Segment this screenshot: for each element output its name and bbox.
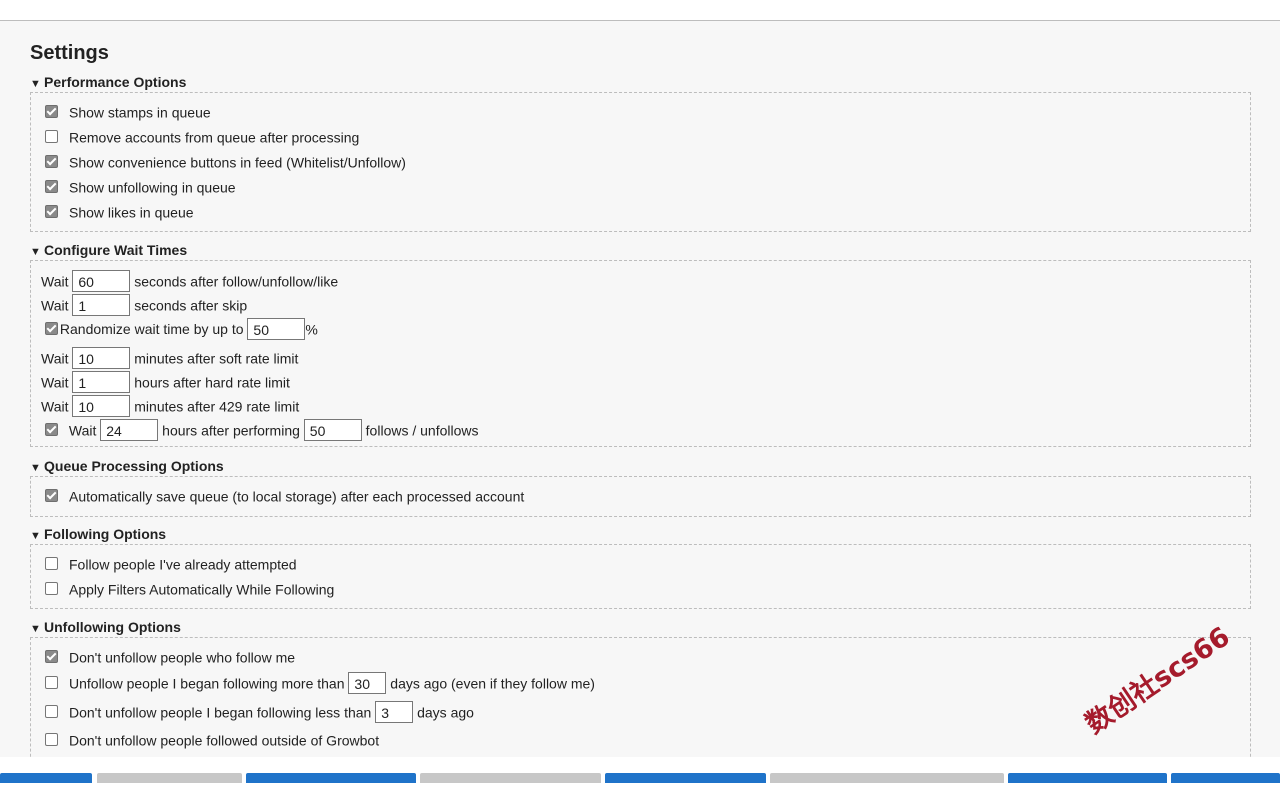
page-title: Settings: [30, 42, 109, 64]
apply-filters-option[interactable]: Apply Filters Automatically While Follow…: [45, 577, 334, 599]
skip-wait-row: Wait 1 seconds after skip: [41, 293, 247, 317]
unfollow-older-than-option: Unfollow people I began following more t…: [45, 671, 595, 695]
perform-count-input[interactable]: 50: [303, 419, 362, 442]
expanded-triangle-icon: ▼: [30, 246, 41, 258]
convenience-buttons-checkbox[interactable]: [45, 154, 58, 168]
expanded-triangle-icon: ▼: [30, 623, 41, 635]
wait-times-header[interactable]: ▼ Configure Wait Times: [30, 241, 187, 259]
randomize-percent-input[interactable]: 50: [247, 318, 306, 341]
soft-limit-input[interactable]: 10: [72, 347, 131, 370]
follow-attempted-checkbox[interactable]: [45, 556, 58, 570]
dont-unfollow-newer-than-days-input[interactable]: 3: [375, 701, 414, 724]
show-stamps-checkbox[interactable]: [45, 104, 58, 118]
skip-wait-input[interactable]: 1: [72, 294, 131, 317]
perform-pause-row: Wait 24 hours after performing 50 follow…: [45, 418, 479, 442]
remove-accounts-checkbox[interactable]: [45, 129, 58, 143]
convenience-buttons-option[interactable]: Show convenience buttons in feed (Whitel…: [45, 150, 406, 172]
bottom-tab[interactable]: [420, 773, 601, 783]
unfollowing-options-header[interactable]: ▼ Unfollowing Options: [30, 618, 181, 636]
show-likes-option[interactable]: Show likes in queue: [45, 200, 194, 222]
bottom-tab-bar: [0, 757, 1280, 800]
queue-processing-header[interactable]: ▼ Queue Processing Options: [30, 457, 224, 475]
show-unfollowing-checkbox[interactable]: [45, 179, 58, 193]
show-stamps-option[interactable]: Show stamps in queue: [45, 100, 211, 122]
randomize-row: Randomize wait time by up to 50%: [45, 317, 318, 341]
follow-wait-input[interactable]: 60: [72, 270, 131, 293]
dont-unfollow-newer-than-checkbox[interactable]: [45, 704, 58, 718]
bottom-tab[interactable]: [1171, 773, 1280, 783]
limit-429-row: Wait 10 minutes after 429 rate limit: [41, 394, 299, 418]
expanded-triangle-icon: ▼: [30, 462, 41, 474]
dont-unfollow-followers-option[interactable]: Don't unfollow people who follow me: [45, 645, 295, 667]
randomize-checkbox[interactable]: [45, 321, 58, 335]
bottom-tab[interactable]: [1008, 773, 1167, 783]
bottom-tab[interactable]: [246, 773, 416, 783]
performance-options-header[interactable]: ▼ Performance Options: [30, 73, 186, 91]
auto-save-queue-checkbox[interactable]: [45, 488, 58, 502]
bottom-tab[interactable]: [770, 773, 1004, 783]
following-options-header[interactable]: ▼ Following Options: [30, 525, 166, 543]
unfollow-older-than-checkbox[interactable]: [45, 675, 58, 689]
bottom-tab[interactable]: [0, 773, 92, 783]
follow-attempted-option[interactable]: Follow people I've already attempted: [45, 552, 297, 574]
apply-filters-checkbox[interactable]: [45, 581, 58, 595]
bottom-tab[interactable]: [605, 773, 766, 783]
unfollow-older-than-days-input[interactable]: 30: [348, 672, 387, 695]
settings-panel: Settings ▼ Performance Options Show stamp…: [0, 21, 1280, 757]
top-bar: [0, 0, 1280, 21]
bottom-tab[interactable]: [97, 773, 242, 783]
dont-unfollow-newer-than-option: Don't unfollow people I began following …: [45, 700, 474, 724]
auto-save-queue-option[interactable]: Automatically save queue (to local stora…: [45, 484, 524, 506]
show-unfollowing-option[interactable]: Show unfollowing in queue: [45, 175, 236, 197]
expanded-triangle-icon: ▼: [30, 78, 41, 90]
follow-wait-row: Wait 60 seconds after follow/unfollow/li…: [41, 269, 338, 293]
soft-limit-row: Wait 10 minutes after soft rate limit: [41, 346, 298, 370]
dont-unfollow-followers-checkbox[interactable]: [45, 649, 58, 663]
dont-unfollow-outside-option[interactable]: Don't unfollow people followed outside o…: [45, 728, 379, 750]
hard-limit-input[interactable]: 1: [72, 371, 131, 394]
dont-unfollow-outside-checkbox[interactable]: [45, 732, 58, 746]
perform-pause-checkbox[interactable]: [45, 422, 58, 436]
hard-limit-row: Wait 1 hours after hard rate limit: [41, 370, 290, 394]
expanded-triangle-icon: ▼: [30, 530, 41, 542]
perform-hours-input[interactable]: 24: [100, 419, 159, 442]
show-likes-checkbox[interactable]: [45, 204, 58, 218]
remove-accounts-option[interactable]: Remove accounts from queue after process…: [45, 125, 359, 147]
limit-429-input[interactable]: 10: [72, 395, 131, 418]
